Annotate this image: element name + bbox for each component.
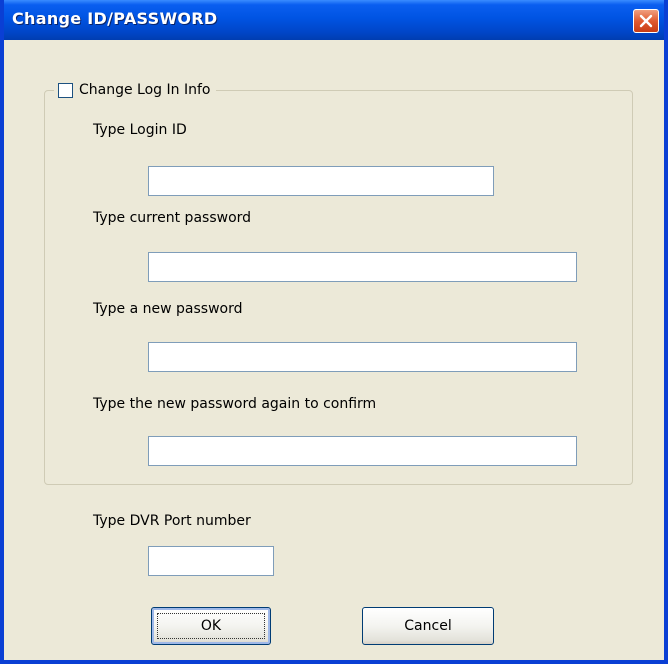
cancel-button[interactable]: Cancel	[362, 607, 494, 645]
confirm-password-input[interactable]	[148, 436, 577, 466]
close-button[interactable]	[633, 9, 659, 33]
dialog-window: Change ID/PASSWORD Change Log In Info Ty…	[0, 0, 668, 664]
ok-button[interactable]: OK	[151, 607, 271, 645]
new-password-label: Type a new password	[93, 301, 243, 317]
close-icon	[639, 14, 653, 28]
change-login-info-toggle[interactable]: Change Log In Info	[54, 80, 217, 100]
window-title: Change ID/PASSWORD	[12, 9, 218, 28]
new-password-input[interactable]	[148, 342, 577, 372]
dvr-port-input[interactable]	[148, 546, 274, 576]
cancel-button-label: Cancel	[404, 618, 452, 634]
current-password-label: Type current password	[93, 210, 252, 226]
confirm-password-label: Type the new password again to confirm	[93, 396, 377, 412]
current-password-input[interactable]	[148, 252, 577, 282]
focus-ring	[157, 613, 265, 639]
dvr-port-label: Type DVR Port number	[93, 513, 251, 529]
title-bar[interactable]: Change ID/PASSWORD	[4, 0, 664, 40]
login-info-group	[44, 90, 633, 485]
change-login-info-label: Change Log In Info	[79, 82, 211, 98]
login-id-label: Type Login ID	[93, 122, 187, 138]
change-login-info-checkbox[interactable]	[58, 82, 73, 98]
login-id-input[interactable]	[148, 166, 494, 196]
